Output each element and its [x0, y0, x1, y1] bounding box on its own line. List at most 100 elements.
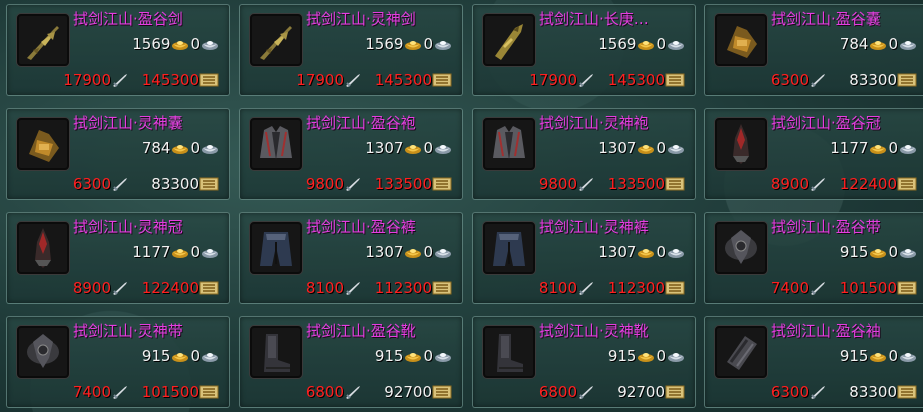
shop-item-card[interactable]: 拭剑江山·灵神冠 1177 0 8900 122400 — [6, 212, 230, 304]
pouch-item-icon[interactable] — [715, 14, 767, 66]
shop-item-card[interactable]: 拭剑江山·盈谷带 915 0 7400 101500 — [704, 212, 923, 304]
ticket-cost: 133500 — [374, 175, 432, 193]
shop-item-card[interactable]: 拭剑江山·盈谷袖 915 0 6300 83300 — [704, 316, 923, 408]
boots-item-icon[interactable] — [250, 326, 302, 378]
robe-item-icon[interactable] — [483, 118, 535, 170]
silver-price: 0 — [423, 347, 433, 365]
silver-price: 0 — [888, 243, 898, 261]
silver-ingot-icon — [202, 249, 218, 258]
sword-currency-icon — [811, 386, 825, 399]
gold-price: 1569 — [598, 35, 637, 53]
gold-price: 784 — [141, 139, 171, 157]
ticket-currency-icon — [199, 73, 219, 87]
silver-price: 0 — [423, 243, 433, 261]
silver-ingot-icon — [900, 41, 916, 50]
pouch-item-icon[interactable] — [17, 118, 69, 170]
sword-cost: 9800 — [538, 175, 577, 193]
shop-item-card[interactable]: 拭剑江山·盈谷剑 1569 0 17900 145300 — [6, 4, 230, 96]
gold-price: 915 — [607, 347, 637, 365]
item-name: 拭剑江山·灵神冠 — [73, 218, 183, 236]
gold-ingot-icon — [405, 353, 422, 362]
gold-price: 1569 — [132, 35, 171, 53]
ticket-currency-icon — [897, 385, 917, 399]
gold-price: 1569 — [365, 35, 404, 53]
sword-currency-icon — [811, 178, 825, 191]
ticket-cost: 122400 — [141, 279, 199, 297]
price-row: 1307 0 — [365, 139, 452, 157]
silver-price: 0 — [656, 347, 666, 365]
shop-item-card[interactable]: 拭剑江山·灵神裤 1307 0 8100 112300 — [472, 212, 696, 304]
ticket-currency-icon — [432, 73, 452, 87]
item-grid: 拭剑江山·盈谷剑 1569 0 17900 145300 拭剑江山·灵神剑 1569 0 179… — [0, 0, 923, 412]
cost-row: 17900 145300 — [240, 71, 462, 89]
sword-currency-icon — [811, 282, 825, 295]
sword-currency-icon — [113, 74, 127, 87]
silver-price: 0 — [656, 35, 666, 53]
shop-item-card[interactable]: 拭剑江山·盈谷袍 1307 0 9800 133500 — [239, 108, 463, 200]
shop-item-card[interactable]: 拭剑江山·盈谷囊 784 0 6300 83300 — [704, 4, 923, 96]
blade-item-icon[interactable] — [483, 14, 535, 66]
sword-currency-icon — [113, 282, 127, 295]
sword-cost: 6800 — [305, 383, 344, 401]
price-row: 1177 0 — [830, 139, 917, 157]
shop-item-card[interactable]: 拭剑江山·灵神囊 784 0 6300 83300 — [6, 108, 230, 200]
item-name: 拭剑江山·灵神裤 — [539, 218, 649, 236]
pants-item-icon[interactable] — [483, 222, 535, 274]
ticket-currency-icon — [432, 281, 452, 295]
price-row: 915 0 — [608, 347, 685, 365]
shop-item-card[interactable]: 拭剑江山·盈谷冠 1177 0 8900 122400 — [704, 108, 923, 200]
price-row: 915 0 — [142, 347, 219, 365]
ticket-cost: 145300 — [374, 71, 432, 89]
silver-price: 0 — [190, 243, 200, 261]
item-name: 拭剑江山·灵神靴 — [539, 322, 649, 340]
sword-cost: 6800 — [538, 383, 577, 401]
silver-price: 0 — [190, 347, 200, 365]
ticket-currency-icon — [665, 73, 685, 87]
gold-price: 1307 — [365, 243, 404, 261]
shop-item-card[interactable]: 拭剑江山·灵神袍 1307 0 9800 133500 — [472, 108, 696, 200]
shop-item-card[interactable]: 拭剑江山·灵神靴 915 0 6800 92700 — [472, 316, 696, 408]
gold-ingot-icon — [870, 353, 887, 362]
ticket-cost: 145300 — [141, 71, 199, 89]
gold-price: 1307 — [365, 139, 404, 157]
cost-row: 8100 112300 — [473, 279, 695, 297]
gold-price: 1177 — [132, 243, 171, 261]
shop-item-card[interactable]: 拭剑江山·灵神带 915 0 7400 101500 — [6, 316, 230, 408]
gold-price: 915 — [839, 243, 869, 261]
item-name: 拭剑江山·盈谷袖 — [771, 322, 881, 340]
gold-price: 915 — [839, 347, 869, 365]
sword-currency-icon — [113, 178, 127, 191]
sword-cost: 17900 — [63, 71, 111, 89]
ticket-cost: 83300 — [849, 71, 897, 89]
silver-ingot-icon — [668, 249, 684, 258]
shop-item-card[interactable]: 拭剑江山·盈谷裤 1307 0 8100 112300 — [239, 212, 463, 304]
silver-price: 0 — [190, 35, 200, 53]
silver-ingot-icon — [435, 353, 451, 362]
silver-price: 0 — [888, 347, 898, 365]
crown-item-icon[interactable] — [715, 118, 767, 170]
ticket-currency-icon — [199, 177, 219, 191]
crown-item-icon[interactable] — [17, 222, 69, 274]
robe-item-icon[interactable] — [250, 118, 302, 170]
belt-item-icon[interactable] — [715, 222, 767, 274]
sword-cost: 7400 — [72, 383, 111, 401]
pants-item-icon[interactable] — [250, 222, 302, 274]
item-name: 拭剑江山·灵神袍 — [539, 114, 649, 132]
item-name: 拭剑江山·盈谷带 — [771, 218, 881, 236]
gold-ingot-icon — [870, 41, 887, 50]
silver-ingot-icon — [900, 249, 916, 258]
gold-price: 915 — [374, 347, 404, 365]
belt-item-icon[interactable] — [17, 326, 69, 378]
sword-item-icon[interactable] — [250, 14, 302, 66]
shop-item-card[interactable]: 拭剑江山·盈谷靴 915 0 6800 92700 — [239, 316, 463, 408]
sword-item-icon[interactable] — [17, 14, 69, 66]
sword-cost: 6300 — [770, 383, 809, 401]
shop-item-card[interactable]: 拭剑江山·长庚… 1569 0 17900 145300 — [472, 4, 696, 96]
sleeve-item-icon[interactable] — [715, 326, 767, 378]
ticket-cost: 83300 — [151, 175, 199, 193]
shop-item-card[interactable]: 拭剑江山·灵神剑 1569 0 17900 145300 — [239, 4, 463, 96]
boots-item-icon[interactable] — [483, 326, 535, 378]
sword-currency-icon — [579, 74, 593, 87]
silver-price: 0 — [190, 139, 200, 157]
silver-price: 0 — [888, 35, 898, 53]
